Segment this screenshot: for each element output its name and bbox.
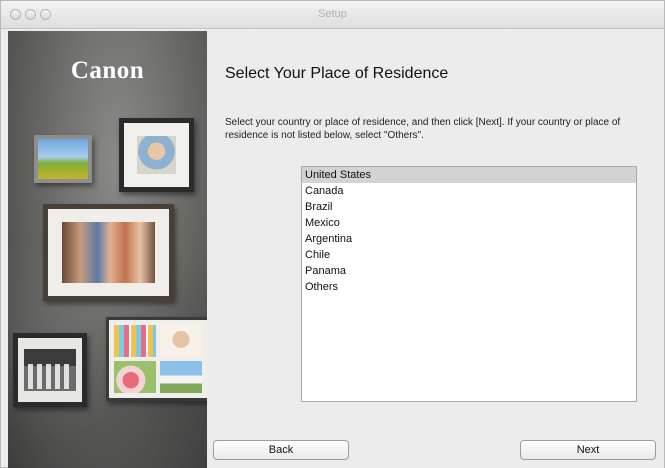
- country-listbox[interactable]: United States Canada Brazil Mexico Argentina…: [301, 166, 637, 402]
- page-title: Select Your Place of Residence: [225, 65, 449, 82]
- vintage-photo-frame: [13, 333, 87, 407]
- country-option[interactable]: Chile: [302, 247, 636, 263]
- window-title: Setup: [318, 8, 347, 20]
- main-content: Select Your Place of Residence Select yo…: [207, 30, 664, 468]
- back-button[interactable]: Back: [213, 440, 349, 460]
- title-bar[interactable]: Setup: [1, 1, 664, 29]
- country-option[interactable]: Argentina: [302, 231, 636, 247]
- country-option[interactable]: United States: [302, 167, 636, 183]
- country-option[interactable]: Mexico: [302, 215, 636, 231]
- family-photo-frame: [43, 204, 174, 301]
- child-photo-frame: [119, 118, 194, 192]
- photo-frames-artwork: Canon: [8, 31, 207, 468]
- country-option[interactable]: Brazil: [302, 199, 636, 215]
- instruction-text: Select your country or place of residenc…: [225, 117, 621, 141]
- canon-logo: Canon: [70, 57, 145, 84]
- collage-photo-frame: [106, 317, 207, 401]
- country-option[interactable]: Canada: [302, 183, 636, 199]
- next-button[interactable]: Next: [520, 440, 656, 460]
- country-option[interactable]: Others: [302, 279, 636, 295]
- landscape-photo-frame: [34, 135, 92, 183]
- setup-window: Setup Canon Select Your Place of Residen…: [0, 0, 665, 468]
- country-option[interactable]: Panama: [302, 263, 636, 279]
